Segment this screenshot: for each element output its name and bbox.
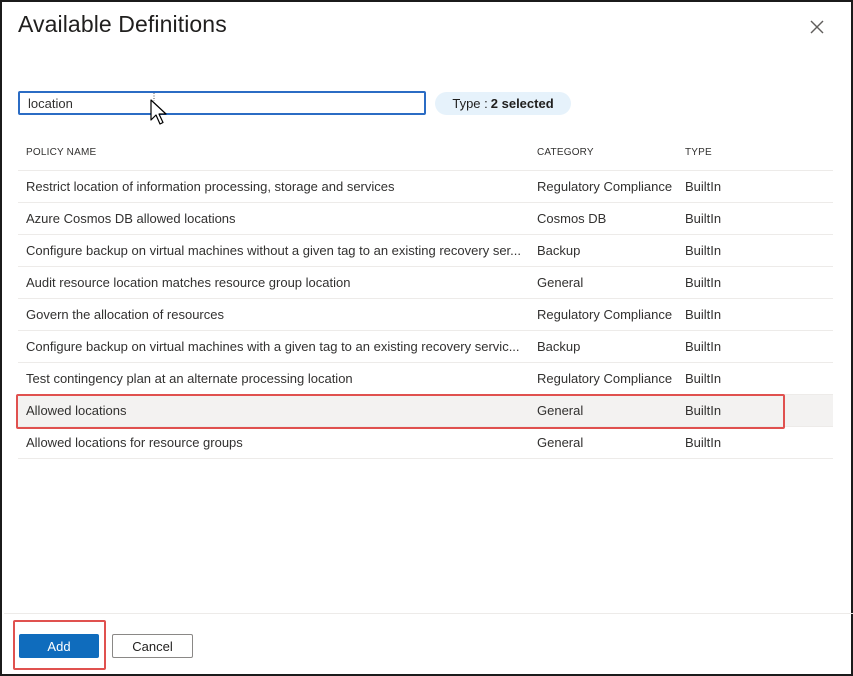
type-cell: BuiltIn: [685, 371, 722, 386]
policy-name-cell: Allowed locations: [26, 403, 127, 418]
table-row[interactable]: Azure Cosmos DB allowed locations Cosmos…: [18, 203, 833, 235]
policy-name-cell: Allowed locations for resource groups: [26, 435, 243, 450]
table-header: POLICY NAME CATEGORY TYPE: [18, 134, 833, 171]
policy-name-cell: Govern the allocation of resources: [26, 307, 224, 322]
close-icon[interactable]: [806, 16, 828, 38]
type-cell: BuiltIn: [685, 435, 722, 450]
policy-name-cell: Audit resource location matches resource…: [26, 275, 351, 290]
table-row-selected[interactable]: Allowed locations General BuiltIn: [18, 395, 833, 427]
category-cell: Backup: [537, 339, 581, 354]
policy-name-cell: Test contingency plan at an alternate pr…: [26, 371, 353, 386]
category-cell: General: [537, 403, 584, 418]
category-cell: Regulatory Compliance: [537, 371, 673, 386]
dialog: Available Definitions Type :2 selected P…: [0, 0, 853, 676]
definitions-table: POLICY NAME CATEGORY TYPE Restrict locat…: [18, 134, 833, 459]
table-row[interactable]: Configure backup on virtual machines wit…: [18, 331, 833, 363]
policy-name-cell: Configure backup on virtual machines wit…: [26, 339, 520, 354]
category-cell: Backup: [537, 243, 581, 258]
category-cell: Regulatory Compliance: [537, 307, 673, 322]
policy-name-cell: Azure Cosmos DB allowed locations: [26, 211, 236, 226]
add-button[interactable]: Add: [19, 634, 99, 658]
type-cell: BuiltIn: [685, 243, 722, 258]
table-row[interactable]: Test contingency plan at an alternate pr…: [18, 363, 833, 395]
search-input[interactable]: [18, 91, 426, 115]
type-cell: BuiltIn: [685, 275, 722, 290]
type-cell: BuiltIn: [685, 307, 722, 322]
column-header-policy-name[interactable]: POLICY NAME: [18, 147, 537, 158]
table-row[interactable]: Allowed locations for resource groups Ge…: [18, 427, 833, 459]
table-row[interactable]: Configure backup on virtual machines wit…: [18, 235, 833, 267]
category-cell: Regulatory Compliance: [537, 179, 673, 194]
category-cell: Cosmos DB: [537, 211, 607, 226]
type-filter-value: 2 selected: [490, 96, 554, 111]
table-row[interactable]: Restrict location of information process…: [18, 171, 833, 203]
table-row[interactable]: Govern the allocation of resources Regul…: [18, 299, 833, 331]
policy-name-cell: Configure backup on virtual machines wit…: [26, 243, 521, 258]
column-header-type[interactable]: TYPE: [685, 147, 833, 158]
type-cell: BuiltIn: [685, 179, 722, 194]
type-cell: BuiltIn: [685, 339, 722, 354]
footer-divider: [4, 613, 853, 614]
category-cell: General: [537, 275, 584, 290]
dialog-title: Available Definitions: [18, 11, 227, 37]
column-header-category[interactable]: CATEGORY: [537, 147, 685, 158]
type-cell: BuiltIn: [685, 403, 722, 418]
category-cell: General: [537, 435, 584, 450]
cancel-button[interactable]: Cancel: [112, 634, 193, 658]
type-cell: BuiltIn: [685, 211, 722, 226]
type-filter-label: Type :: [452, 96, 488, 111]
policy-name-cell: Restrict location of information process…: [26, 179, 395, 194]
type-filter-pill[interactable]: Type :2 selected: [435, 92, 571, 115]
table-row[interactable]: Audit resource location matches resource…: [18, 267, 833, 299]
